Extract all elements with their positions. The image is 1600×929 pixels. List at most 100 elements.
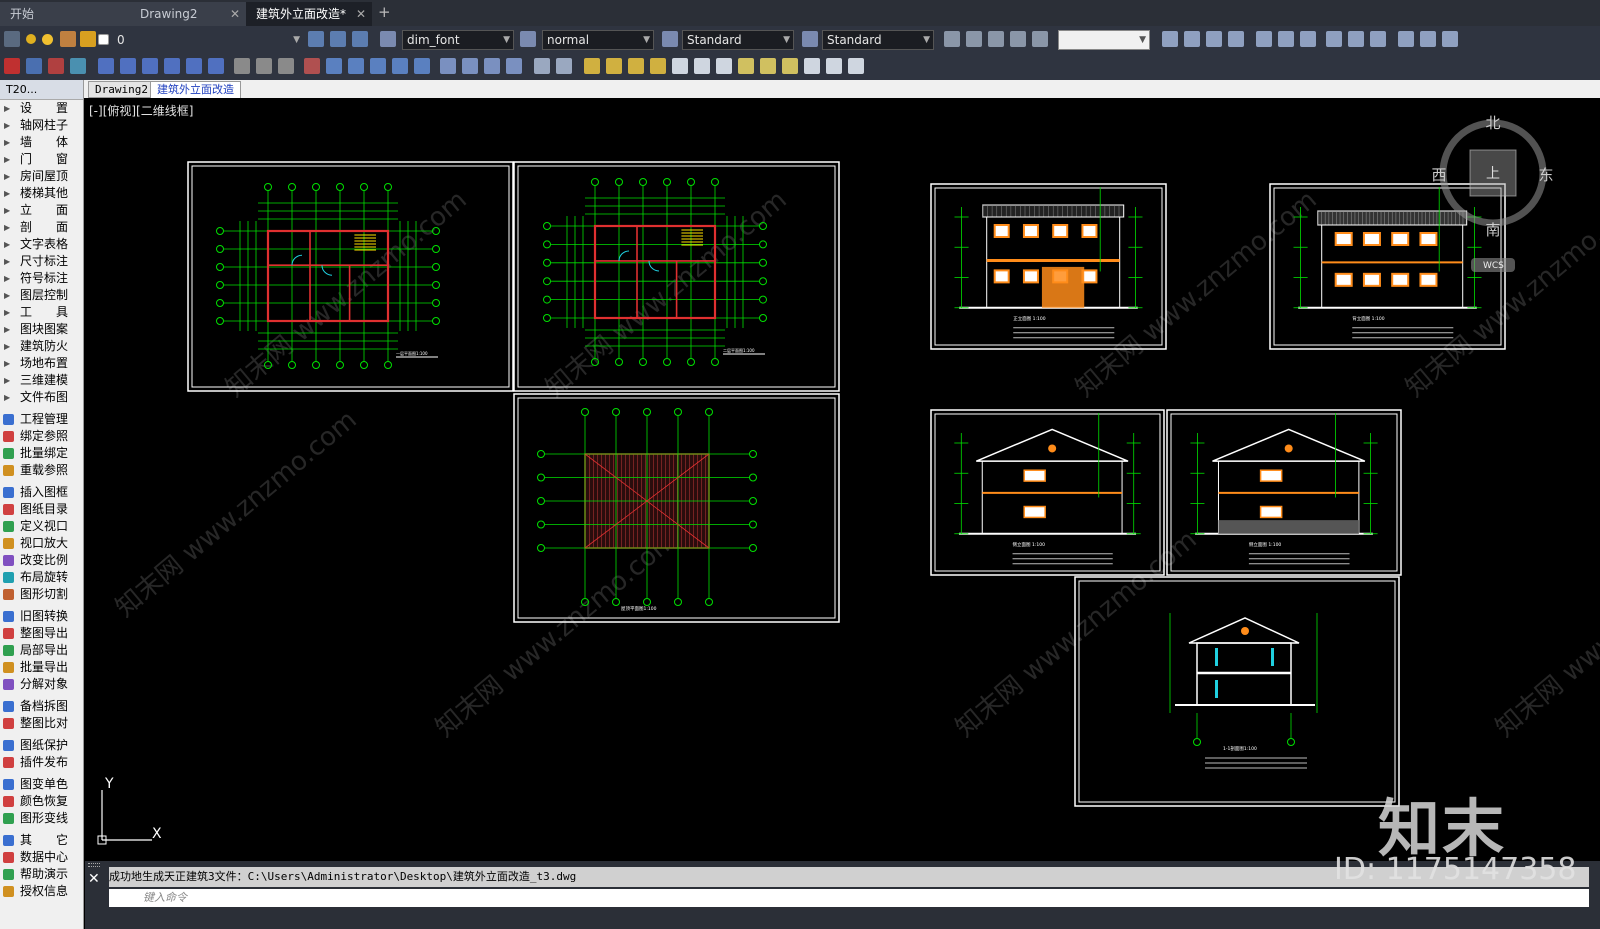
text-merge-icon[interactable] xyxy=(1370,31,1386,47)
panel-command[interactable]: 帮助演示 xyxy=(0,866,83,883)
align-right-icon[interactable] xyxy=(1206,31,1222,47)
bulb-icon[interactable] xyxy=(26,34,36,44)
room-icon[interactable] xyxy=(186,58,202,74)
layer-state-icon[interactable] xyxy=(804,58,820,74)
distribute-v-icon[interactable] xyxy=(1278,31,1294,47)
bulb-isolate-icon[interactable] xyxy=(628,58,644,74)
mirror-icon[interactable] xyxy=(484,58,500,74)
door-icon[interactable] xyxy=(98,58,114,74)
doc-tab-drawing2[interactable]: Drawing2 xyxy=(88,81,155,98)
layer-color-swatch[interactable] xyxy=(98,34,109,45)
leader-icon[interactable] xyxy=(392,58,408,74)
close-icon[interactable]: ✕ xyxy=(356,2,366,26)
zoom-window-icon[interactable] xyxy=(944,31,960,47)
distribute-h-icon[interactable] xyxy=(1256,31,1272,47)
axis-icon[interactable] xyxy=(26,58,42,74)
numbering-icon[interactable] xyxy=(1420,31,1436,47)
panel-command[interactable]: 其 它 xyxy=(0,832,83,849)
layer-isolate-icon[interactable] xyxy=(352,31,368,47)
multiline-text-icon[interactable] xyxy=(348,58,364,74)
slash-icon[interactable] xyxy=(1442,31,1458,47)
text-style-dropdown[interactable]: dim_font ▼ xyxy=(402,30,514,50)
panel-command[interactable]: 插入图框 xyxy=(0,484,83,501)
panel-command[interactable]: 图形变线 xyxy=(0,810,83,827)
layer-settings-icon[interactable] xyxy=(848,58,864,74)
section-mark-icon[interactable] xyxy=(278,58,294,74)
multileader-style-dropdown[interactable]: Standard ▼ xyxy=(822,30,934,50)
panel-section[interactable]: ▶ 房间屋顶 xyxy=(0,168,83,185)
zoom-object-icon[interactable] xyxy=(1032,31,1048,47)
copy-icon[interactable] xyxy=(462,58,478,74)
zoom-previous-icon[interactable] xyxy=(988,31,1004,47)
roof-icon[interactable] xyxy=(208,58,224,74)
text-justify-icon[interactable] xyxy=(1348,31,1364,47)
tab-active-drawing[interactable]: 建筑外立面改造* ✕ xyxy=(246,2,372,26)
lock-icon[interactable] xyxy=(80,31,96,47)
layer-prev-icon[interactable] xyxy=(308,31,324,47)
arrow-icon[interactable] xyxy=(370,58,386,74)
align-top-icon[interactable] xyxy=(1228,31,1244,47)
panel-command[interactable]: 数据中心 xyxy=(0,849,83,866)
align-left-icon[interactable] xyxy=(1162,31,1178,47)
panel-section[interactable]: ▶ 门 窗 xyxy=(0,151,83,168)
zoom-extents-icon[interactable] xyxy=(966,31,982,47)
corner-window-icon[interactable] xyxy=(142,58,158,74)
table-icon[interactable] xyxy=(304,58,320,74)
panel-command[interactable]: 备档拆图 xyxy=(0,698,83,715)
panel-command[interactable]: 视口放大 xyxy=(0,535,83,552)
panel-section[interactable]: ▶ 轴网柱子 xyxy=(0,117,83,134)
panel-command[interactable]: 工程管理 xyxy=(0,411,83,428)
panel-section[interactable]: ▶ 图层控制 xyxy=(0,287,83,304)
panel-command[interactable]: 旧图转换 xyxy=(0,608,83,625)
list-icon[interactable] xyxy=(1398,31,1414,47)
layer-off-icon[interactable] xyxy=(534,58,550,74)
panel-command[interactable]: 分解对象 xyxy=(0,676,83,693)
dim-style-dropdown[interactable]: normal ▼ xyxy=(542,30,654,50)
panel-section[interactable]: ▶ 图块图案 xyxy=(0,321,83,338)
blank-dropdown[interactable]: ▼ xyxy=(1058,30,1150,50)
panel-command[interactable]: 重载参照 xyxy=(0,462,83,479)
dim-style-icon[interactable] xyxy=(520,31,536,47)
panel-section[interactable]: ▶ 墙 体 xyxy=(0,134,83,151)
panel-command[interactable]: 颜色恢复 xyxy=(0,793,83,810)
panel-command[interactable]: 图变单色 xyxy=(0,776,83,793)
zoom-all-icon[interactable] xyxy=(1010,31,1026,47)
layer-manager-icon[interactable] xyxy=(4,31,20,47)
index-icon[interactable] xyxy=(414,58,430,74)
elevation-mark-icon[interactable] xyxy=(256,58,272,74)
panel-command[interactable]: 图纸目录 xyxy=(0,501,83,518)
command-input[interactable]: 键入命令 xyxy=(109,889,1589,907)
panel-section[interactable]: ▶ 场地布置 xyxy=(0,355,83,372)
layer-dropdown[interactable]: 0 ▼ xyxy=(112,30,304,50)
column-icon[interactable] xyxy=(48,58,64,74)
panel-command[interactable]: 整图导出 xyxy=(0,625,83,642)
thaw-layer-icon[interactable] xyxy=(672,58,688,74)
drawing-canvas[interactable]: 知末网 www.znzmo.com 知末网 www.znzmo.com 知末网 ww… xyxy=(85,98,1600,861)
table-style-icon[interactable] xyxy=(662,31,678,47)
panel-command[interactable]: 整图比对 xyxy=(0,715,83,732)
dimension-icon[interactable] xyxy=(234,58,250,74)
text-align-icon[interactable] xyxy=(1326,31,1342,47)
panel-section[interactable]: ▶ 楼梯其他 xyxy=(0,185,83,202)
table-style-dropdown[interactable]: Standard ▼ xyxy=(682,30,794,50)
text-icon[interactable] xyxy=(326,58,342,74)
grip-handle[interactable] xyxy=(88,863,100,867)
panel-command[interactable]: 图形切割 xyxy=(0,586,83,603)
move-icon[interactable] xyxy=(440,58,456,74)
close-icon[interactable]: ✕ xyxy=(230,2,240,26)
grid-icon[interactable] xyxy=(4,58,20,74)
doc-tab-active[interactable]: 建筑外立面改造 xyxy=(150,81,241,98)
panel-section[interactable]: ▶ 工 具 xyxy=(0,304,83,321)
bulb-off-icon[interactable] xyxy=(584,58,600,74)
viewport-label[interactable]: [-][俯视][二维线框] xyxy=(89,102,193,119)
layer-walk-icon[interactable] xyxy=(738,58,754,74)
tab-drawing2[interactable]: Drawing2 ✕ xyxy=(130,2,246,26)
panel-command[interactable]: 改变比例 xyxy=(0,552,83,569)
window-icon[interactable] xyxy=(120,58,136,74)
layer-delete-icon[interactable] xyxy=(782,58,798,74)
align-center-icon[interactable] xyxy=(1184,31,1200,47)
panel-section[interactable]: ▶ 符号标注 xyxy=(0,270,83,287)
panel-section[interactable]: ▶ 文件布图 xyxy=(0,389,83,406)
panel-section[interactable]: ▶ 设 置 xyxy=(0,100,83,117)
new-tab-button[interactable]: + xyxy=(378,3,391,21)
